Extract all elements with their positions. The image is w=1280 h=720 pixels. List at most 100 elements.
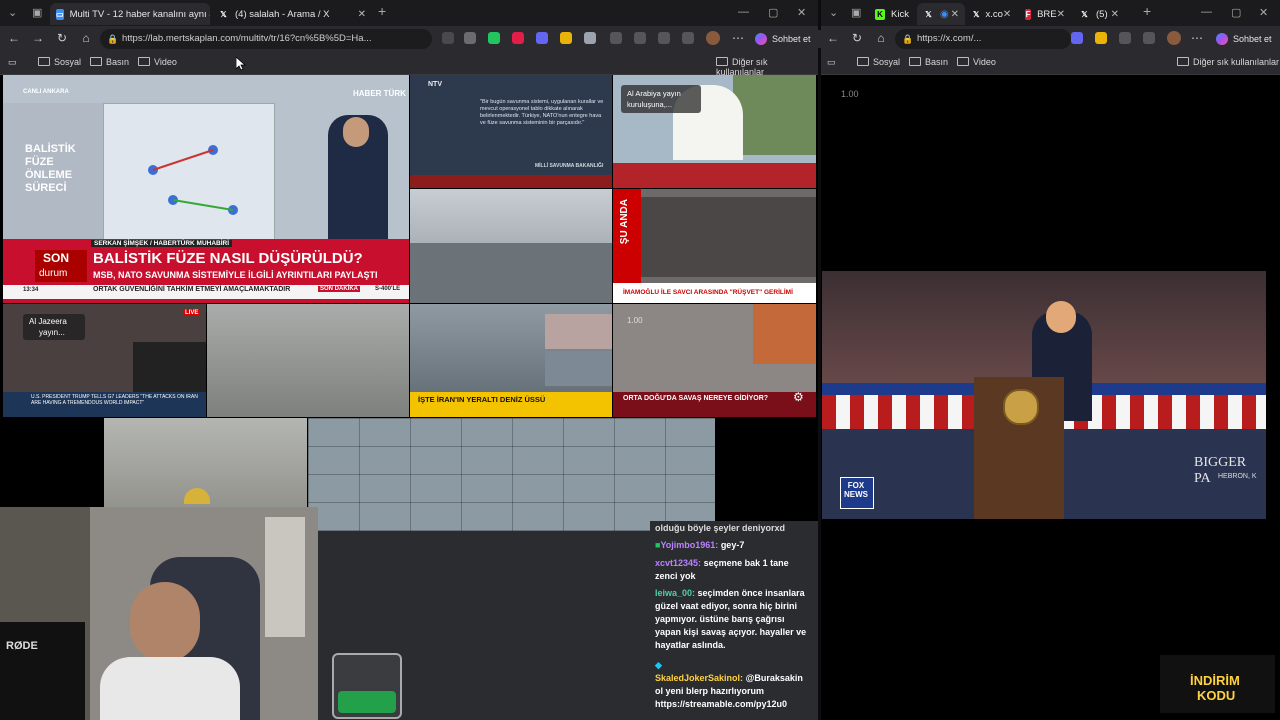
- sidebar-toggle-icon[interactable]: ▭: [827, 57, 836, 68]
- avatar[interactable]: [1167, 31, 1181, 45]
- extension-icon-1[interactable]: [1071, 32, 1083, 44]
- video-haberturk[interactable]: BALİSTİK FÜZE ÖNLEME SÜRECİ CANLI ANKARA…: [3, 75, 409, 303]
- favorites-icon[interactable]: [634, 32, 646, 44]
- extension-icon-2[interactable]: [1095, 32, 1107, 44]
- workspaces-icon[interactable]: ▣: [32, 6, 42, 19]
- folder-icon: [716, 57, 728, 66]
- video-aljazeera[interactable]: LIVE Al Jazeera yayın... U.S. PRESIDENT …: [3, 304, 206, 417]
- video-ortadogu[interactable]: 1.00 ORTA DOĞU'DA SAVAŞ NEREYE GİDİYOR? …: [613, 304, 816, 417]
- bookmark-video[interactable]: Video: [138, 57, 177, 67]
- tab-x-com[interactable]: 𝕏 x.co ✕: [967, 3, 1017, 25]
- split-screen-icon[interactable]: [610, 32, 622, 44]
- maximize-icon[interactable]: ▢: [768, 6, 778, 19]
- chat-message: ◆ SkaledJokerSakinol: @Buraksakin ol yeni…: [655, 659, 813, 711]
- alarabiya-label-1: Al Arabiya yayın: [627, 89, 681, 98]
- video-skyline-1[interactable]: [410, 189, 612, 303]
- copilot-icon: [755, 33, 767, 45]
- thumb-grid: [308, 418, 715, 531]
- address-bar: ← → ↻ ⌂ 🔒 https://lab.mertskaplan.com/mu…: [0, 26, 832, 52]
- url-text: https://lab.mertskaplan.com/multitv/tr/1…: [122, 33, 372, 44]
- close-icon[interactable]: ✕: [1003, 9, 1011, 20]
- avatar[interactable]: [706, 31, 720, 45]
- headline: BALİSTİK FÜZE NASIL DÜŞÜRÜLDÜ?: [93, 250, 363, 267]
- tab-x-active[interactable]: 𝕏 ◉ ✕: [917, 3, 965, 25]
- speaker-head: [1046, 301, 1076, 333]
- bookmark-sosyal[interactable]: Sosyal: [857, 57, 900, 67]
- folder-icon: [138, 57, 150, 66]
- bookmark-other[interactable]: Diğer sık kullanılanlar: [716, 57, 818, 77]
- close-icon[interactable]: ✕: [1057, 9, 1065, 20]
- more-menu-icon[interactable]: ⋯: [730, 31, 746, 45]
- window-close-icon[interactable]: ✕: [1259, 6, 1268, 19]
- minimize-icon[interactable]: —: [738, 6, 749, 18]
- gear-icon[interactable]: ⚙: [793, 390, 804, 404]
- minimize-icon[interactable]: —: [1201, 6, 1212, 18]
- bookmark-video[interactable]: Video: [957, 57, 996, 67]
- reload-icon[interactable]: ↻: [54, 31, 70, 45]
- reload-icon[interactable]: ↻: [849, 31, 865, 45]
- extension-icon-2[interactable]: [464, 32, 476, 44]
- bookmark-sosyal[interactable]: Sosyal: [38, 57, 81, 67]
- new-tab-icon[interactable]: +: [1143, 3, 1151, 19]
- chat-user: xcvt12345:: [655, 558, 702, 568]
- tab-breaking[interactable]: F BRE ✕: [1019, 3, 1071, 25]
- copilot-button[interactable]: Sohbet et: [752, 30, 832, 48]
- back-icon[interactable]: ←: [825, 31, 841, 45]
- tv-icon: ▭: [56, 8, 64, 20]
- ticker-time: 13:34: [23, 287, 39, 293]
- downloads-icon[interactable]: [682, 32, 694, 44]
- new-tab-icon[interactable]: +: [378, 3, 386, 19]
- close-icon[interactable]: ✕: [951, 9, 959, 20]
- collections-icon[interactable]: [658, 32, 670, 44]
- video-grid-small[interactable]: [308, 418, 715, 531]
- extension-icon-3[interactable]: [488, 32, 500, 44]
- back-icon[interactable]: ←: [6, 31, 22, 45]
- video-cnnturk[interactable]: ŞU ANDA İMAMOĞLU İLE SAVCI ARASINDA "RÜŞ…: [613, 189, 816, 303]
- home-icon[interactable]: ⌂: [78, 31, 94, 45]
- tab-x-5[interactable]: 𝕏 (5) ✕: [1073, 3, 1125, 25]
- bookmark-basin[interactable]: Basın: [90, 57, 129, 67]
- video-iran-base[interactable]: İŞTE İRAN'IN YERALTI DENİZ ÜSSÜ: [410, 304, 612, 417]
- extension-icon-7[interactable]: [584, 32, 596, 44]
- more-menu-icon[interactable]: ⋯: [1189, 31, 1205, 45]
- video-alarabiya[interactable]: Al Arabiya yayın kuruluşuna,...: [613, 75, 816, 188]
- ntv-logo: NTV: [428, 81, 442, 88]
- split-screen-icon[interactable]: [1119, 32, 1131, 44]
- extension-icon-1[interactable]: [442, 32, 454, 44]
- copilot-button[interactable]: Sohbet et: [1213, 30, 1280, 48]
- presenter-head: [343, 117, 369, 147]
- maximize-icon[interactable]: ▢: [1231, 6, 1241, 19]
- tab-menu-icon[interactable]: ⌄: [8, 6, 17, 19]
- bookmark-label: Basın: [925, 57, 949, 67]
- workspaces-icon[interactable]: ▣: [851, 6, 861, 19]
- broadcast-icon: ◉: [940, 8, 949, 20]
- url-field[interactable]: 🔒 https://lab.mertskaplan.com/multitv/tr…: [100, 29, 432, 49]
- video-ntv[interactable]: NTV "Bir bugün savunma sistemi, uygulana…: [410, 75, 612, 188]
- tab-menu-icon[interactable]: ⌄: [829, 6, 838, 19]
- home-icon[interactable]: ⌂: [873, 31, 889, 45]
- forward-icon[interactable]: →: [30, 31, 46, 45]
- extension-icon-5[interactable]: [536, 32, 548, 44]
- tab-strip: ⌄ ▣ ▭ Multi TV - 12 haber kanalını aynı …: [0, 0, 818, 26]
- chat-message: leiwa_00: seçimden önce insanlara güzel …: [655, 587, 813, 652]
- bookmark-other[interactable]: Diğer sık kullanılanlar: [1177, 57, 1279, 67]
- ntv-ticker: [410, 175, 612, 188]
- extension-icon-4[interactable]: [512, 32, 524, 44]
- extension-icon-6[interactable]: [560, 32, 572, 44]
- video-player-page: 1.00 BIGGER PA HEBRON, K FOX NEWS: [821, 75, 1280, 720]
- window-close-icon[interactable]: ✕: [797, 6, 806, 19]
- close-icon[interactable]: ✕: [358, 9, 366, 20]
- tab-multitv[interactable]: ▭ Multi TV - 12 haber kanalını aynı a ✕: [50, 3, 210, 25]
- tab-label: Multi TV - 12 haber kanalını aynı a: [69, 8, 210, 20]
- sidebar-toggle-icon[interactable]: ▭: [8, 57, 17, 68]
- close-icon[interactable]: ✕: [1111, 9, 1119, 20]
- bookmark-basin[interactable]: Basın: [909, 57, 948, 67]
- tab-x-search[interactable]: 𝕏 (4) salalah - Arama / X ✕: [212, 3, 372, 25]
- video-player[interactable]: BIGGER PA HEBRON, K FOX NEWS: [822, 271, 1266, 519]
- favorites-icon[interactable]: [1143, 32, 1155, 44]
- tab-kick[interactable]: K Kick: [869, 3, 915, 25]
- video-skyline-2[interactable]: [207, 304, 409, 417]
- bookmark-label: Diğer sık kullanılanlar: [1193, 57, 1280, 67]
- url-field[interactable]: 🔒 https://x.com/...: [895, 29, 1071, 49]
- aljazeera-label-2: yayın...: [39, 328, 65, 337]
